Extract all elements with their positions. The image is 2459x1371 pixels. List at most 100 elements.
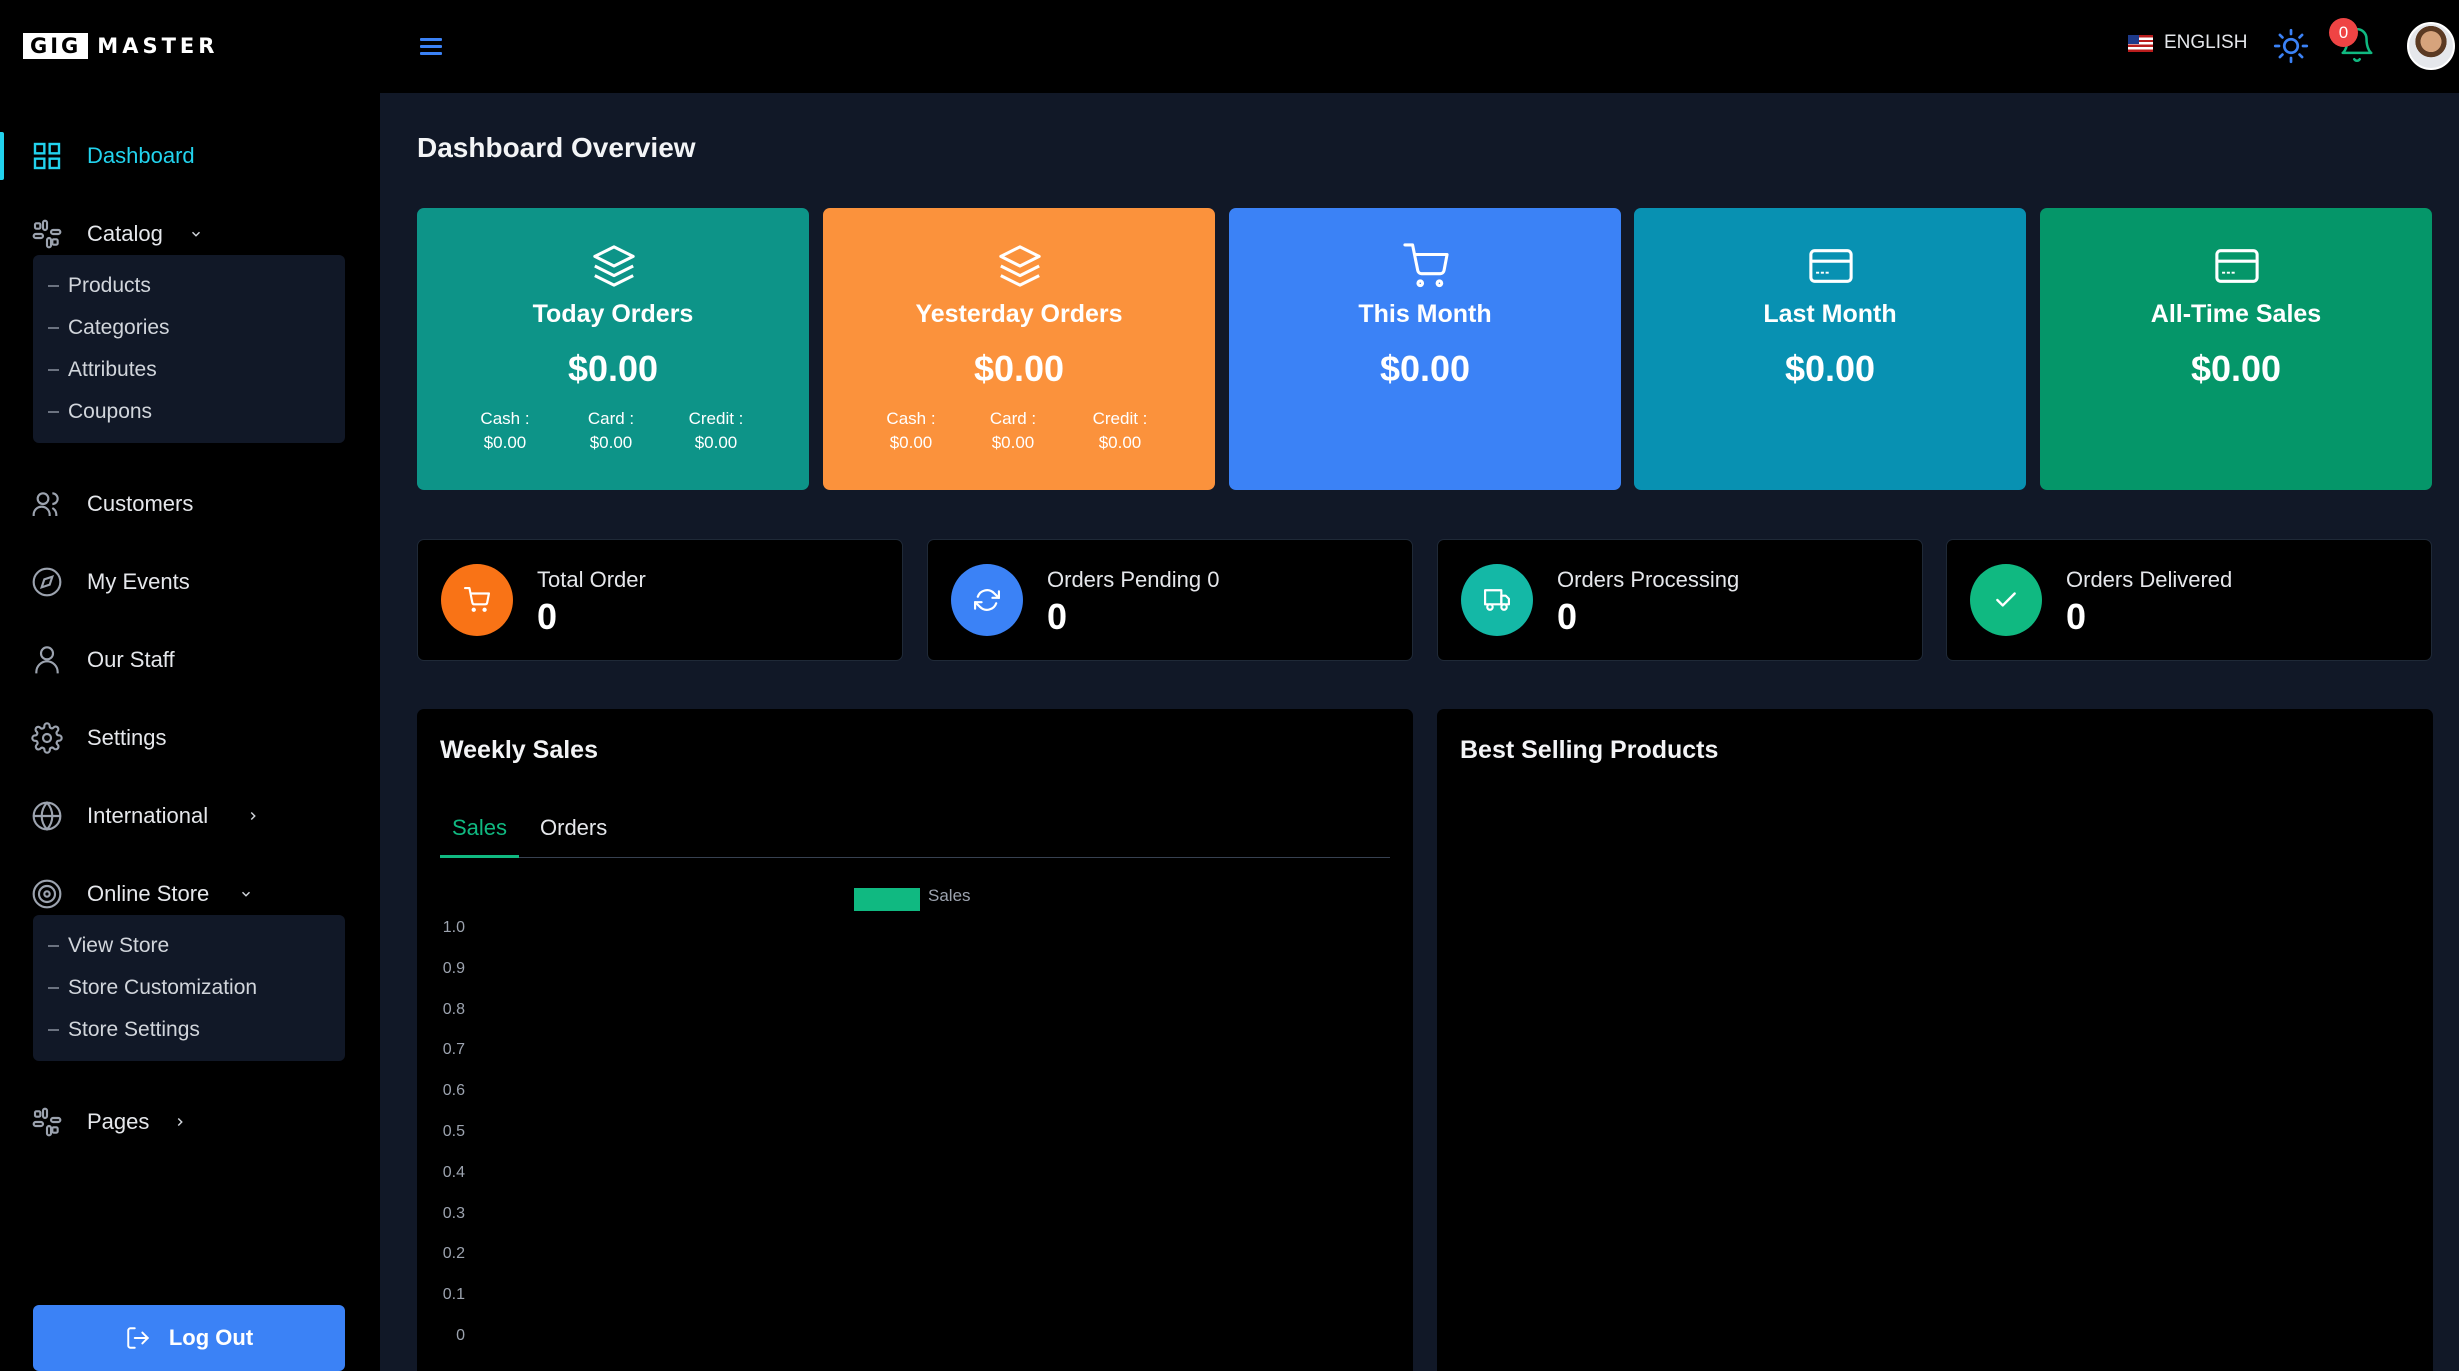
order-card-value: 0 (2066, 596, 2087, 637)
sidebar-item-settings[interactable]: Settings (0, 710, 380, 766)
chevron-right-icon (177, 1117, 183, 1127)
y-tick-label: 0.1 (442, 1286, 465, 1304)
chevron-right-icon (250, 811, 256, 821)
theme-toggle-sun-icon[interactable] (2273, 28, 2309, 64)
best-selling-title: Best Selling Products (1460, 736, 1719, 764)
online-store-submenu: View Store Store Customization Store Set… (33, 915, 345, 1061)
card-breakdown: Card : $0.00 (981, 407, 1045, 455)
credit-breakdown: Credit : $0.00 (681, 407, 751, 455)
language-selector[interactable]: ENGLISH (2128, 32, 2247, 54)
weekly-sales-title: Weekly Sales (440, 736, 598, 764)
chevron-down-icon (241, 891, 251, 897)
tab-sales[interactable]: Sales (440, 805, 520, 858)
breakdown-value: $0.00 (694, 433, 738, 452)
weekly-sales-tabs: Sales Orders (440, 805, 1390, 858)
submenu-item-coupons[interactable]: Coupons (33, 391, 345, 433)
stat-card-amount: $0.00 (2190, 348, 2282, 389)
logout-button[interactable]: Log Out (33, 1305, 345, 1371)
sidebar-item-label: Settings (87, 725, 167, 750)
globe-icon (32, 801, 62, 831)
user-avatar[interactable] (2407, 22, 2455, 70)
truck-icon (1484, 589, 1510, 611)
breakdown-label: Card : (587, 409, 635, 428)
compass-icon (32, 567, 62, 597)
y-tick-label: 0.8 (442, 1000, 465, 1018)
sidebar-item-our-staff[interactable]: Our Staff (0, 632, 380, 688)
sidebar-item-catalog[interactable]: Catalog (0, 206, 380, 262)
breakdown-label: Cash : (480, 409, 530, 428)
order-card-label: Orders Delivered (2066, 567, 2233, 592)
stat-card-amount: $0.00 (1784, 348, 1876, 389)
sidebar-item-online-store[interactable]: Online Store (0, 866, 380, 922)
submenu-item-label: Coupons (68, 400, 153, 423)
sidebar-item-customers[interactable]: Customers (0, 476, 380, 532)
order-card-label: Total Order (537, 567, 646, 592)
menu-toggle-icon[interactable] (420, 38, 442, 58)
stat-card-today-orders: Today Orders $0.00 Cash : $0.00 Card : $0.… (417, 208, 809, 490)
tab-orders[interactable]: Orders (528, 805, 619, 858)
grid-icon (33, 142, 61, 170)
submenu-item-store-customization[interactable]: Store Customization (33, 967, 345, 1009)
stat-card-title: This Month (1358, 300, 1492, 328)
order-icon-circle (1970, 564, 2042, 636)
order-card-processing: Orders Processing 0 (1437, 539, 1923, 661)
stat-card-this-month: This Month $0.00 (1229, 208, 1621, 490)
order-icon-circle (951, 564, 1023, 636)
legend-swatch-sales[interactable] (854, 888, 920, 911)
brand-logo[interactable]: GIG MASTER (23, 33, 218, 59)
submenu-item-label: View Store (68, 934, 170, 957)
breakdown-value: $0.00 (589, 433, 633, 452)
top-bar: GIG MASTER ENGLISH 0 (0, 0, 2459, 93)
breakdown-label: Credit : (1092, 409, 1148, 428)
sidebar-item-my-events[interactable]: My Events (0, 554, 380, 610)
stat-card-all-time-sales: All-Time Sales $0.00 (2040, 208, 2432, 490)
order-card-value: 0 (1557, 596, 1578, 637)
catalog-icon (32, 219, 62, 249)
stat-card-title: Today Orders (532, 300, 694, 328)
stat-card-title: Yesterday Orders (915, 300, 1123, 328)
sidebar-item-label: International (87, 803, 209, 828)
submenu-item-view-store[interactable]: View Store (33, 925, 345, 967)
y-tick-label: 0.6 (442, 1082, 465, 1100)
credit-card-icon (1809, 249, 1853, 283)
logout-icon (127, 1327, 149, 1349)
submenu-item-store-settings[interactable]: Store Settings (33, 1009, 345, 1051)
stat-card-amount: $0.00 (1379, 348, 1471, 389)
breakdown-value: $0.00 (889, 433, 933, 452)
breakdown-label: Credit : (688, 409, 744, 428)
sidebar-item-pages[interactable]: Pages (0, 1094, 380, 1150)
y-tick-label: 0.4 (442, 1163, 465, 1181)
sidebar-item-dashboard[interactable]: Dashboard (0, 128, 380, 184)
legend-label-sales: Sales (928, 886, 971, 905)
order-card-value: 0 (537, 596, 558, 637)
pages-icon (32, 1107, 62, 1137)
y-tick-label: 0.3 (442, 1204, 465, 1222)
sidebar-item-label: Customers (87, 491, 194, 516)
order-icon-circle (441, 564, 513, 636)
stat-card-yesterday-orders: Yesterday Orders $0.00 Cash : $0.00 Card … (823, 208, 1215, 490)
language-label: ENGLISH (2164, 32, 2248, 53)
user-icon (35, 646, 59, 674)
sidebar-item-label: Catalog (87, 221, 163, 246)
refresh-icon (974, 589, 1000, 611)
notification-count-badge: 0 (2329, 18, 2358, 47)
submenu-item-products[interactable]: Products (33, 265, 345, 307)
sidebar-item-label: Online Store (87, 881, 210, 906)
brand-logo-left: GIG (23, 33, 89, 59)
stat-card-title: Last Month (1763, 300, 1897, 328)
submenu-item-categories[interactable]: Categories (33, 307, 345, 349)
sidebar-item-label: Our Staff (87, 647, 175, 672)
logout-label: Log Out (168, 1325, 254, 1350)
submenu-item-attributes[interactable]: Attributes (33, 349, 345, 391)
cash-breakdown: Cash : $0.00 (879, 407, 943, 455)
y-tick-label: 0.5 (442, 1123, 465, 1140)
order-icon-circle (1461, 564, 1533, 636)
y-tick-label: 1.0 (442, 919, 465, 936)
submenu-item-label: Categories (68, 316, 170, 339)
breakdown-value: $0.00 (991, 433, 1035, 452)
sidebar-item-international[interactable]: International (0, 788, 380, 844)
gear-icon (31, 722, 63, 754)
cash-breakdown: Cash : $0.00 (473, 407, 537, 455)
breakdown-label: Card : (989, 409, 1037, 428)
card-breakdown: Card : $0.00 (579, 407, 643, 455)
